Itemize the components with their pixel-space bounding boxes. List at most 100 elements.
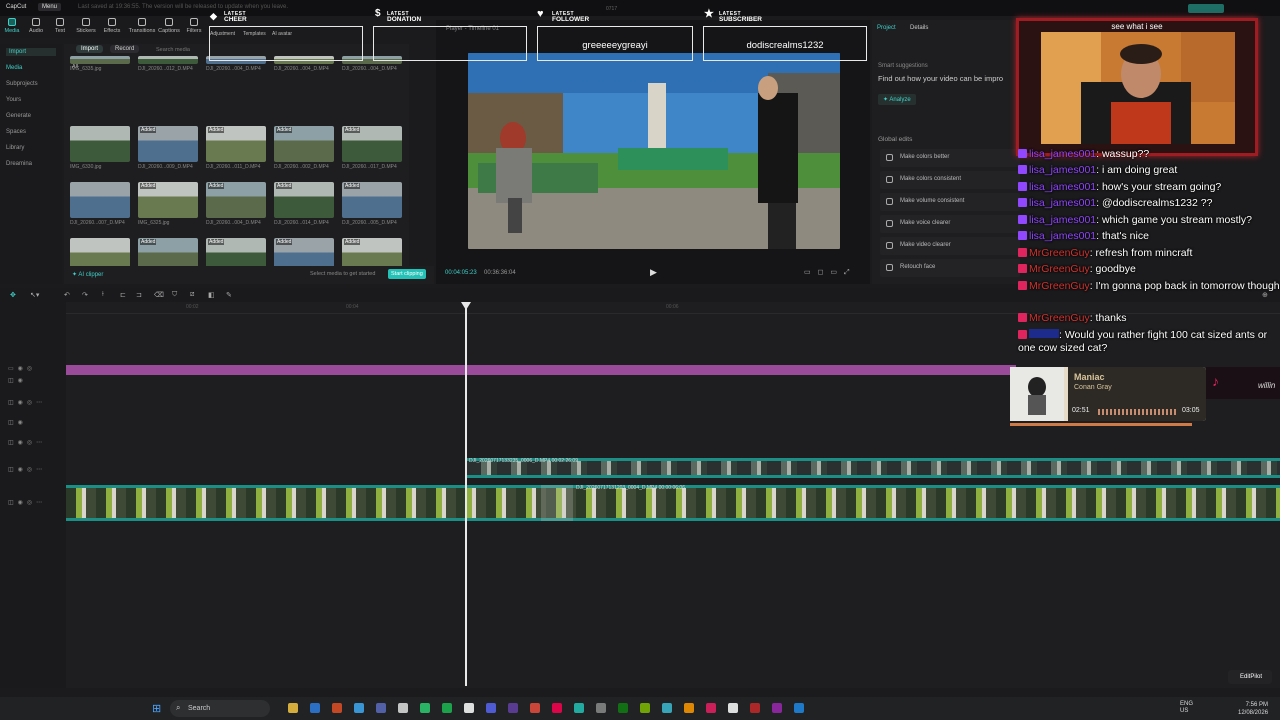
ai-clipper-link[interactable]: ✦ AI clipper <box>72 271 103 278</box>
tab-media[interactable]: Media <box>0 18 24 34</box>
play-icon[interactable]: ▶ <box>650 267 657 278</box>
tab-details[interactable]: Details <box>910 25 928 31</box>
taskbar-app-icon[interactable] <box>684 703 694 713</box>
clock[interactable]: 7:56 PM 12/08/2026 <box>1238 701 1268 717</box>
track-controls-icon[interactable]: ◫◉◎⋯ <box>8 466 46 473</box>
track-controls-icon[interactable]: ▭◉◎ <box>8 365 36 372</box>
record-button[interactable]: Record <box>110 45 140 53</box>
smart-suggestions-title: Smart suggestions <box>878 63 928 69</box>
taskbar-app-icon[interactable] <box>530 703 540 713</box>
save-notice: Last saved at 19:36:55. The version will… <box>78 4 289 10</box>
search-media-input[interactable]: Search media <box>156 47 190 53</box>
taskbar-app-icon[interactable] <box>640 703 650 713</box>
track-controls-icon[interactable]: ◫◉ <box>8 377 27 384</box>
brush-icon[interactable]: ✎ <box>226 291 232 299</box>
chat-username: MrGreenGuy <box>1029 280 1090 292</box>
tab-filters[interactable]: Filters <box>182 18 206 34</box>
taskbar-app-icon[interactable] <box>662 703 672 713</box>
tab-project[interactable]: Project <box>877 25 896 31</box>
taskbar-app-icon[interactable] <box>552 703 562 713</box>
taskbar-app-icon[interactable] <box>508 703 518 713</box>
video-clip-overlay[interactable] <box>467 458 1280 478</box>
split-icon[interactable]: ⟊ <box>102 291 104 299</box>
pointer-tool-icon[interactable]: ↖▾ <box>30 291 39 299</box>
taskbar-app-icon[interactable] <box>398 703 408 713</box>
make-volume-consistent[interactable]: Make volume consistent <box>880 193 1020 211</box>
taskbar-app-icon[interactable] <box>728 703 738 713</box>
windows-start-icon[interactable]: ⊞ <box>152 702 161 715</box>
start-clipping-button[interactable]: Start clipping <box>388 269 426 279</box>
media-thumbnail[interactable] <box>70 126 130 162</box>
taskbar-app-icon[interactable] <box>376 703 386 713</box>
nav-library[interactable]: Library <box>6 145 24 151</box>
undo-icon[interactable]: ↶ <box>64 291 70 299</box>
delete-icon[interactable]: ⌫ <box>154 291 164 299</box>
taskbar-app-icon[interactable] <box>442 703 452 713</box>
taskbar-app-icon[interactable] <box>618 703 628 713</box>
make-video-clearer[interactable]: Make video clearer <box>880 237 1020 255</box>
media-thumbnail[interactable] <box>70 56 130 64</box>
taskbar-app-icon[interactable] <box>596 703 606 713</box>
track-controls-icon[interactable]: ◫◉◎⋯ <box>8 499 46 506</box>
chat-username: lisa_james001 <box>1029 148 1097 160</box>
media-thumbnail[interactable] <box>70 182 130 218</box>
analyze-button[interactable]: ✦ Analyze <box>878 94 916 105</box>
taskbar-search[interactable]: ⌕ Search <box>170 700 270 717</box>
taskbar-app-icon[interactable] <box>772 703 782 713</box>
taskbar: ⊞ ⌕ Search ENG US 7:56 PM 12/08/2026 <box>0 697 1280 720</box>
trim-left-icon[interactable]: ⊏ <box>120 291 126 299</box>
nav-yours[interactable]: Yours <box>6 97 21 103</box>
tab-audio[interactable]: Audio <box>24 18 48 34</box>
trim-right-icon[interactable]: ⊐ <box>136 291 142 299</box>
taskbar-app-icon[interactable] <box>420 703 430 713</box>
marker-icon[interactable]: ⛉ <box>172 291 177 299</box>
language-indicator[interactable]: ENG US <box>1180 701 1193 715</box>
nav-subprojects[interactable]: Subprojects <box>6 81 38 87</box>
preview-controls-icon[interactable]: ▭◻▭⤢ <box>804 268 857 277</box>
subscriber-big: SUBSCRIBER <box>719 16 762 23</box>
taskbar-app-icon[interactable] <box>794 703 804 713</box>
track-controls-icon[interactable]: ◫◉◎⋯ <box>8 439 46 446</box>
crop-icon[interactable]: ⧄ <box>190 291 194 299</box>
taskbar-app-icon[interactable] <box>706 703 716 713</box>
taskbar-app-icon[interactable] <box>750 703 760 713</box>
twitch-icon <box>1018 149 1027 158</box>
tab-captions[interactable]: Captions <box>157 18 181 34</box>
selected-segment[interactable] <box>541 485 573 521</box>
nav-spaces[interactable]: Spaces <box>6 129 26 135</box>
editpilot-button[interactable]: EditPilot <box>1228 670 1272 684</box>
taskbar-app-icon[interactable] <box>288 703 298 713</box>
taskbar-app-icon[interactable] <box>354 703 364 713</box>
webcam-caption: see what i see <box>1111 22 1163 31</box>
redo-icon[interactable]: ↷ <box>82 291 88 299</box>
nav-generate[interactable]: Generate <box>6 113 31 119</box>
export-button[interactable] <box>1188 4 1224 13</box>
tab-effects[interactable]: Effects <box>100 18 124 34</box>
track-controls-icon[interactable]: ◫◉◎⋯ <box>8 399 46 406</box>
taskbar-app-icon[interactable] <box>574 703 584 713</box>
make-colors-better[interactable]: Make colors better <box>880 149 1020 167</box>
media-thumbnail[interactable] <box>138 56 198 64</box>
tab-text[interactable]: Text <box>48 18 72 34</box>
taskbar-app-icon[interactable] <box>464 703 474 713</box>
retouch-face[interactable]: Retouch face <box>880 259 1020 277</box>
menu-button[interactable]: Menu <box>38 3 62 11</box>
mirror-icon[interactable]: ◧ <box>208 291 215 299</box>
media-filename: DJI_20260...009_D.MP4 <box>138 164 193 170</box>
make-voice-clearer[interactable]: Make voice clearer <box>880 215 1020 233</box>
make-colors-consistent[interactable]: Make colors consistent <box>880 171 1020 189</box>
tab-stickers[interactable]: Stickers <box>74 18 98 34</box>
select-tool-icon[interactable]: ✥ <box>10 291 16 299</box>
nav-dreamina[interactable]: Dreamina <box>6 161 32 167</box>
preview-video[interactable] <box>468 53 840 249</box>
text-track-clip[interactable] <box>66 365 1016 375</box>
taskbar-app-icon[interactable] <box>486 703 496 713</box>
playhead[interactable] <box>465 306 467 686</box>
track-controls-icon[interactable]: ◫◉ <box>8 419 27 426</box>
nav-media[interactable]: Media <box>6 65 22 71</box>
tab-transitions[interactable]: Transitions <box>127 18 157 34</box>
nav-import[interactable]: Import <box>6 48 56 56</box>
taskbar-app-icon[interactable] <box>332 703 342 713</box>
import-button[interactable]: Import <box>76 45 104 53</box>
taskbar-app-icon[interactable] <box>310 703 320 713</box>
